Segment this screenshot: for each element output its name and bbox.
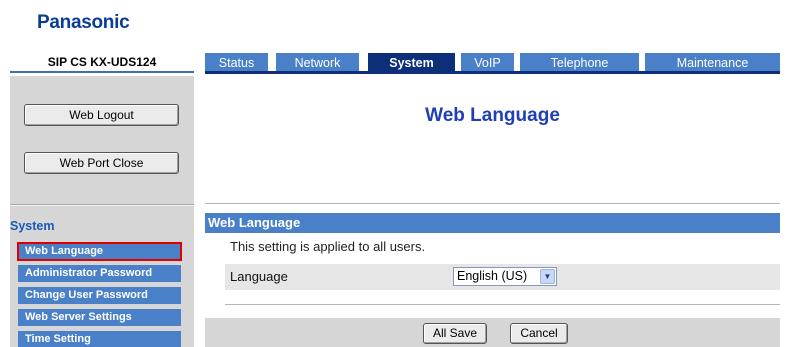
sidebar-item-web-language[interactable]: Web Language <box>17 242 182 261</box>
language-select[interactable]: English (US) ▼ <box>453 267 557 286</box>
web-port-close-button[interactable]: Web Port Close <box>24 152 179 174</box>
sidebar-item-web-server-settings[interactable]: Web Server Settings <box>18 309 181 326</box>
page-header: Web Language <box>205 76 780 202</box>
chevron-down-icon[interactable]: ▼ <box>540 269 555 284</box>
header-divider <box>205 203 780 204</box>
tab-underline <box>205 71 780 74</box>
row-divider <box>225 304 780 305</box>
action-footer: All Save Cancel <box>205 318 780 347</box>
sidebar-item-administrator-password[interactable]: Administrator Password <box>18 265 181 282</box>
language-row: Language English (US) ▼ <box>225 264 780 290</box>
language-select-value: English (US) <box>457 269 528 283</box>
section-header: Web Language <box>205 213 780 233</box>
sidebar-item-time-setting[interactable]: Time Setting <box>18 331 181 347</box>
page-title: Web Language <box>425 105 560 126</box>
tab-system[interactable]: System <box>368 53 455 73</box>
tab-maintenance[interactable]: Maintenance <box>645 53 780 73</box>
language-label: Language <box>230 269 288 284</box>
tab-voip[interactable]: VoIP <box>461 53 514 73</box>
sidebar: Web Logout Web Port Close System Web Lan… <box>10 76 194 347</box>
device-model-label: SIP CS KX-UDS124 <box>10 53 194 73</box>
web-logout-button[interactable]: Web Logout <box>24 104 179 126</box>
all-save-button[interactable]: All Save <box>423 323 487 344</box>
tab-telephone[interactable]: Telephone <box>520 53 639 73</box>
tab-status[interactable]: Status <box>205 53 268 73</box>
cancel-button[interactable]: Cancel <box>510 323 568 344</box>
main-nav-tabs: Status Network System VoIP Telephone Mai… <box>205 53 780 73</box>
panasonic-logo: Panasonic <box>37 12 130 33</box>
setting-note: This setting is applied to all users. <box>230 239 426 254</box>
sidebar-section-title: System <box>10 219 55 233</box>
sidebar-item-change-user-password[interactable]: Change User Password <box>18 287 181 304</box>
tab-network[interactable]: Network <box>276 53 359 73</box>
sidebar-divider-highlight <box>10 205 194 206</box>
